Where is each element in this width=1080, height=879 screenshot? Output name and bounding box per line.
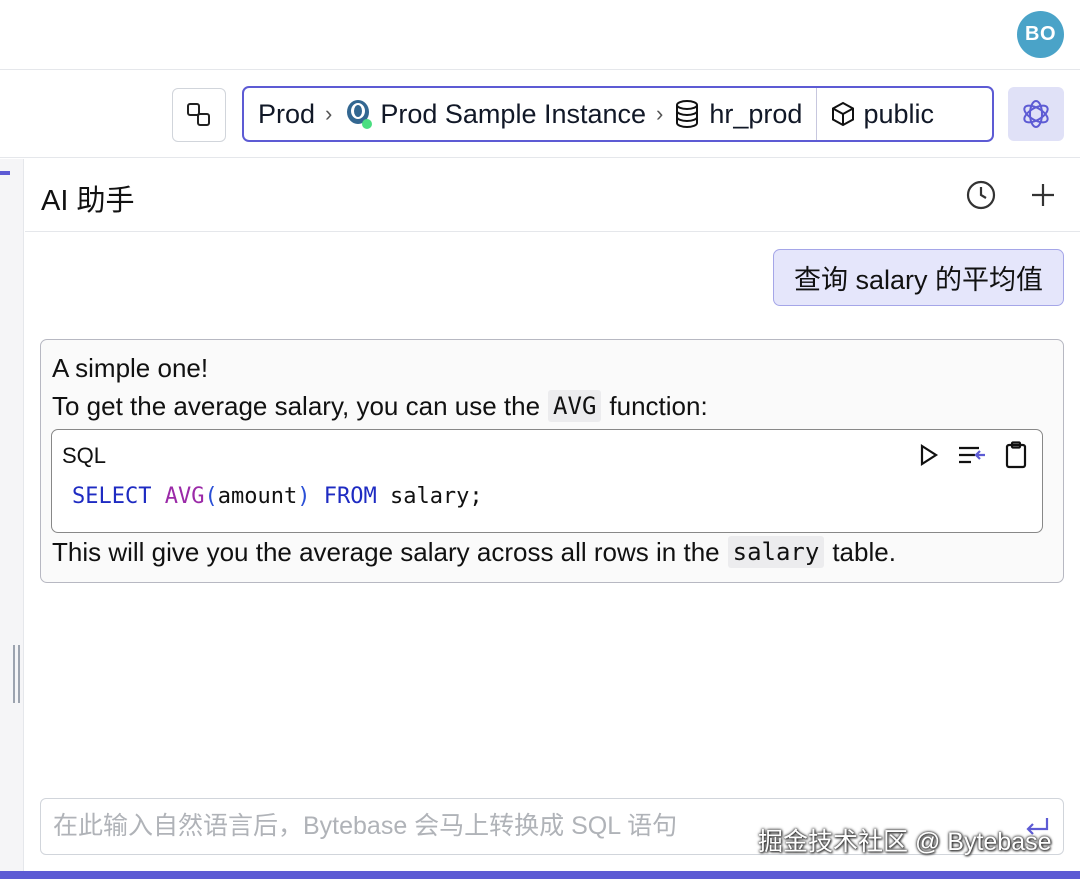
ai-text-line: A simple one! [52, 353, 208, 384]
active-indicator [0, 171, 10, 175]
inline-code: AVG [548, 390, 602, 422]
database-icon [676, 100, 699, 129]
resize-handle[interactable] [13, 645, 20, 703]
sql-paren: ( [204, 484, 218, 509]
chevron-right-icon: › [325, 101, 333, 126]
instance-label: Prod Sample Instance [380, 98, 647, 129]
clock-icon [966, 180, 996, 210]
chevron-right-icon: › [656, 101, 664, 126]
insert-to-editor-button[interactable] [956, 439, 988, 471]
ai-message: A simple one! To get the average salary,… [40, 339, 1064, 583]
plus-icon [1032, 184, 1054, 206]
sql-keyword: FROM [323, 484, 377, 509]
ai-assistant-toggle[interactable] [1008, 87, 1064, 141]
connection-selector[interactable]: Prod › Prod Sample Instance › hr_prod pu… [242, 86, 994, 142]
sql-code: SELECT AVG(amount) FROM salary; [72, 484, 483, 509]
code-toolbar [912, 439, 1032, 471]
ai-text: This will give you the average salary ac… [52, 536, 720, 567]
history-button[interactable] [963, 177, 999, 213]
connection-path[interactable]: Prod › Prod Sample Instance › hr_prod [244, 88, 818, 140]
watermark: 掘金技术社区 @ Bytebase [758, 828, 1052, 856]
sql-identifier: amount [217, 484, 298, 509]
ai-text-line: This will give you the average salary ac… [52, 536, 896, 568]
play-icon [920, 443, 939, 467]
cube-icon [832, 101, 855, 127]
sql-keyword: SELECT [72, 484, 152, 509]
ai-text-line: To get the average salary, you can use t… [52, 390, 708, 422]
code-language-label: SQL [62, 443, 107, 468]
context-bar: Prod › Prod Sample Instance › hr_prod pu… [0, 71, 1080, 158]
ai-text: function: [609, 390, 708, 421]
ai-text: table. [832, 536, 896, 567]
sql-code-block: SQL SELECT AVG(amount) FROM salary; [51, 429, 1043, 533]
ai-text: A simple one! [52, 353, 209, 383]
insert-lines-icon [959, 446, 985, 464]
panel-title: AI 助手 [41, 185, 135, 217]
sql-paren: ) [297, 484, 311, 509]
user-message: 查询 salary 的平均值 [773, 249, 1064, 306]
link-icon [187, 103, 210, 126]
bottom-accent-bar [0, 871, 1080, 879]
schema-selector[interactable]: public [817, 88, 946, 140]
inline-code: salary [727, 536, 825, 568]
run-query-button[interactable] [912, 439, 944, 471]
new-chat-button[interactable] [1025, 177, 1061, 213]
copy-button[interactable] [1000, 439, 1032, 471]
database-label: hr_prod [709, 98, 803, 129]
left-panel-edge [0, 159, 24, 871]
ai-text: To get the average salary, you can use t… [52, 390, 541, 421]
top-bar: BO [0, 0, 1080, 70]
clipboard-icon [1005, 441, 1027, 469]
sql-function: AVG [164, 484, 205, 509]
sql-identifier: salary; [389, 484, 483, 509]
openai-icon [1023, 100, 1049, 128]
postgres-icon [347, 100, 373, 129]
environment-label: Prod [258, 98, 316, 129]
user-avatar[interactable]: BO [1017, 11, 1064, 58]
ai-panel-header: AI 助手 [25, 159, 1080, 232]
switch-connection-button[interactable] [172, 88, 226, 142]
schema-label: public [863, 98, 934, 129]
